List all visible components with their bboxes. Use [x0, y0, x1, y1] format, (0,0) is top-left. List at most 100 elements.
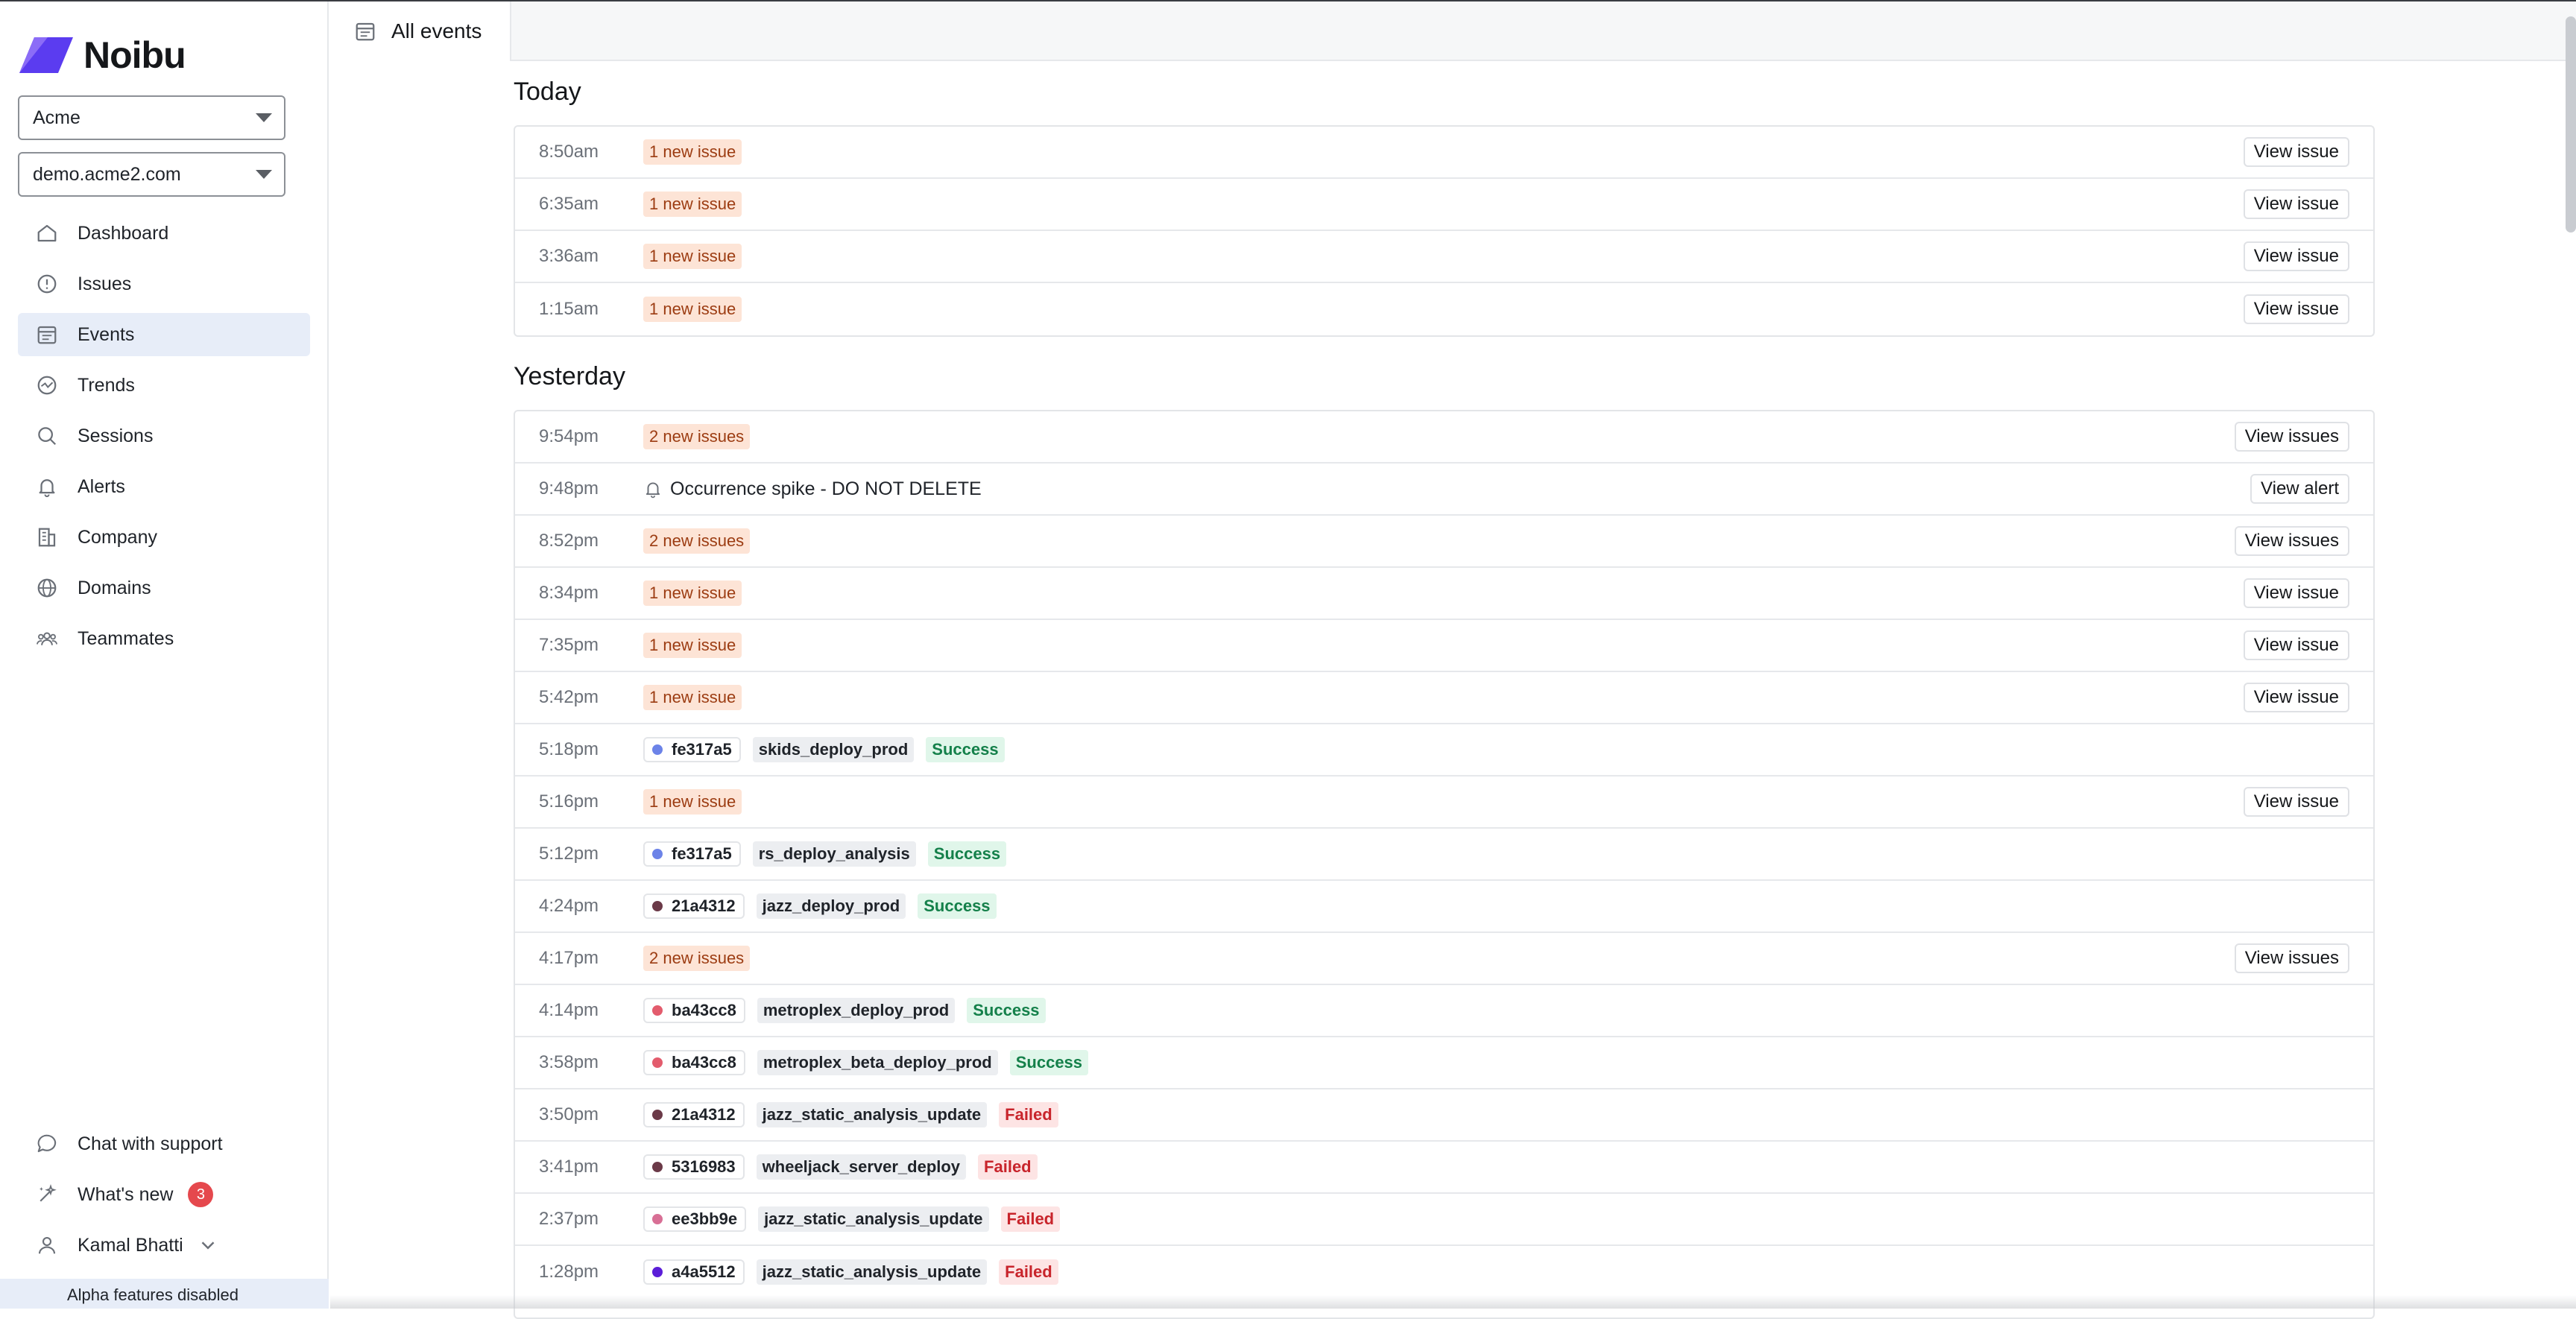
commit-dot — [652, 1214, 663, 1224]
tab-label: All events — [391, 19, 482, 42]
tab-all-events[interactable]: All events — [330, 1, 511, 61]
event-content: Occurrence spike - DO NOT DELETE — [643, 478, 982, 500]
chat-label: Chat with support — [78, 1133, 223, 1154]
view-action-button[interactable]: View issues — [2234, 943, 2349, 973]
new-issue-badge: 1 new issue — [643, 192, 742, 217]
sidebar-item-label: Domains — [78, 577, 151, 598]
sidebar-item-domains[interactable]: Domains — [18, 566, 310, 610]
search-icon — [38, 427, 57, 446]
bell-icon — [39, 479, 55, 498]
trend-icon — [37, 376, 57, 395]
commit-badge[interactable]: ba43cc8 — [643, 998, 745, 1023]
commit-hash: ba43cc8 — [672, 1001, 736, 1019]
status-badge: Failed — [1000, 1206, 1061, 1232]
job-name-badge: metroplex_deploy_prod — [757, 998, 956, 1023]
event-row: 7:35pm 1 new issue View issue — [515, 620, 2373, 672]
event-row: 1:28pm a4a5512 jazz_static_analysis_update… — [515, 1246, 2373, 1298]
org-select-value: Acme — [33, 107, 80, 128]
sidebar-item-sessions[interactable]: Sessions — [18, 414, 310, 458]
view-action-button[interactable]: View issue — [2243, 241, 2349, 271]
brand[interactable]: Noibu — [18, 34, 186, 76]
commit-hash: ee3bb9e — [672, 1209, 738, 1228]
user-menu[interactable]: Kamal Bhatti — [18, 1224, 310, 1267]
view-action-button[interactable]: View issue — [2243, 787, 2349, 817]
view-action-button[interactable]: View issue — [2243, 137, 2349, 167]
new-issue-badge: 1 new issue — [643, 581, 742, 606]
sidebar-item-trends[interactable]: Trends — [18, 364, 310, 407]
job-name-badge: jazz_static_analysis_update — [758, 1206, 989, 1232]
sidebar-item-dashboard[interactable]: Dashboard — [18, 212, 310, 255]
job-name-badge: jazz_static_analysis_update — [756, 1259, 988, 1285]
job-name-badge: jazz_deploy_prod — [756, 893, 906, 919]
org-select[interactable]: Acme — [18, 95, 285, 140]
event-row: 1:15am 1 new issue View issue — [515, 283, 2373, 335]
event-content: a4a5512 jazz_static_analysis_update Failed — [643, 1259, 1058, 1285]
status-badge: Success — [926, 737, 1005, 762]
sparkle-icon — [40, 1183, 57, 1202]
sidebar-item-teammates[interactable]: Teammates — [18, 617, 310, 660]
status-badge: Success — [918, 893, 997, 919]
domain-select-value: demo.acme2.com — [33, 163, 181, 185]
commit-dot — [652, 1110, 663, 1120]
sidebar: Noibu Acme demo.acme2.com Dashboard Issu… — [0, 1, 329, 1309]
new-issue-badge: 1 new issue — [643, 297, 742, 322]
sidebar-item-label: Sessions — [78, 425, 154, 446]
scrollbar[interactable] — [2566, 16, 2576, 233]
sidebar-item-company[interactable]: Company — [18, 516, 310, 559]
event-row: 2:37pm ee3bb9e jazz_static_analysis_update… — [515, 1194, 2373, 1246]
event-content: 2 new issues — [643, 424, 751, 449]
view-action-button[interactable]: View issue — [2243, 630, 2349, 660]
event-time: 9:54pm — [539, 426, 599, 446]
event-time: 3:36am — [539, 246, 599, 266]
bell-icon — [645, 482, 660, 499]
chat-with-support[interactable]: Chat with support — [18, 1122, 310, 1165]
view-action-button[interactable]: View issues — [2234, 422, 2349, 452]
events-list-today: 8:50am 1 new issue View issue 6:35am 1 new i… — [514, 125, 2375, 337]
status-badge: Success — [1009, 1050, 1089, 1075]
domain-select[interactable]: demo.acme2.com — [18, 152, 285, 197]
view-action-button[interactable]: View issue — [2243, 294, 2349, 324]
event-time: 8:52pm — [539, 531, 599, 551]
alpha-features-banner: Alpha features disabled — [0, 1279, 329, 1309]
sidebar-item-alerts[interactable]: Alerts — [18, 465, 310, 508]
event-row: 5:18pm fe317a5 skids_deploy_prod Success — [515, 724, 2373, 776]
commit-badge[interactable]: fe317a5 — [643, 737, 741, 762]
event-row: 5:16pm 1 new issue View issue — [515, 776, 2373, 829]
commit-badge[interactable]: 21a4312 — [643, 1102, 745, 1127]
commit-badge[interactable]: a4a5512 — [643, 1259, 745, 1285]
sidebar-footer: Chat with support What's new 3 Kamal Bha… — [18, 1122, 310, 1274]
event-row: 3:50pm 21a4312 jazz_static_analysis_update… — [515, 1089, 2373, 1142]
commit-dot — [652, 1162, 663, 1172]
event-row: 3:58pm ba43cc8 metroplex_beta_deploy_prod S… — [515, 1037, 2373, 1089]
sidebar-item-issues[interactable]: Issues — [18, 262, 310, 306]
event-time: 6:35am — [539, 194, 599, 214]
event-time: 4:17pm — [539, 948, 599, 968]
view-action-button[interactable]: View issues — [2234, 526, 2349, 556]
view-action-button[interactable]: View issue — [2243, 683, 2349, 712]
event-content: 1 new issue — [643, 581, 742, 606]
commit-badge[interactable]: ee3bb9e — [643, 1206, 747, 1232]
commit-badge[interactable]: ba43cc8 — [643, 1050, 745, 1075]
event-row: 8:50am 1 new issue View issue — [515, 127, 2373, 179]
event-content: 1 new issue — [643, 192, 742, 217]
sidebar-item-events[interactable]: Events — [18, 313, 310, 356]
sidebar-item-label: Dashboard — [78, 222, 169, 244]
new-issue-badge: 2 new issues — [643, 424, 751, 449]
event-row: 3:41pm 5316983 wheeljack_server_deploy Fail… — [515, 1142, 2373, 1194]
commit-badge[interactable]: fe317a5 — [643, 841, 741, 867]
event-row: 9:48pm Occurrence spike - DO NOT DELETE Vi… — [515, 464, 2373, 516]
commit-badge[interactable]: 21a4312 — [643, 893, 745, 919]
commit-badge[interactable]: 5316983 — [643, 1154, 745, 1180]
view-action-button[interactable]: View alert — [2250, 474, 2349, 504]
commit-hash: 5316983 — [672, 1157, 736, 1176]
whats-new[interactable]: What's new 3 — [18, 1173, 310, 1216]
new-issue-badge: 1 new issue — [643, 685, 742, 710]
sidebar-item-label: Trends — [78, 374, 135, 396]
bottom-fade — [330, 1295, 2576, 1309]
commit-dot — [652, 849, 663, 859]
events-list-yesterday: 9:54pm 2 new issues View issues 9:48pm Occur… — [514, 410, 2375, 1319]
view-action-button[interactable]: View issue — [2243, 578, 2349, 608]
event-row: 4:14pm ba43cc8 metroplex_deploy_prod Succes… — [515, 985, 2373, 1037]
commit-hash: fe317a5 — [672, 740, 732, 759]
view-action-button[interactable]: View issue — [2243, 189, 2349, 219]
